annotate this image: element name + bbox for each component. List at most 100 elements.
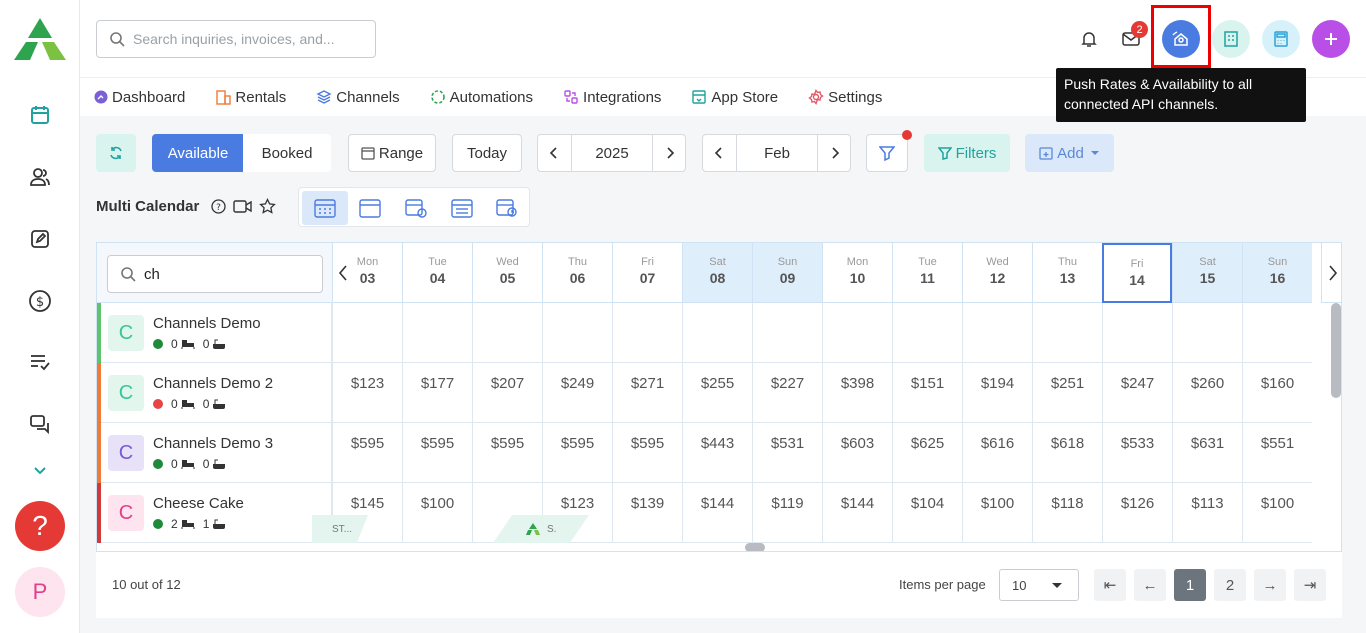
price-cell[interactable] bbox=[1102, 303, 1172, 363]
messages-icon[interactable] bbox=[26, 410, 54, 438]
today-button[interactable]: Today bbox=[452, 134, 522, 172]
guests-icon[interactable] bbox=[26, 163, 54, 191]
price-cell[interactable]: $100 bbox=[1242, 483, 1312, 543]
bell-icon[interactable] bbox=[1080, 30, 1098, 53]
price-cell[interactable]: $100 bbox=[962, 483, 1032, 543]
price-cell[interactable]: $113 bbox=[1172, 483, 1242, 543]
booked-tab[interactable]: Booked bbox=[243, 134, 331, 172]
price-cell[interactable]: $160 bbox=[1242, 363, 1312, 423]
page-1-button[interactable]: 1 bbox=[1174, 569, 1206, 601]
range-button[interactable]: Range bbox=[348, 134, 436, 172]
price-cell[interactable] bbox=[542, 303, 612, 363]
price-cell[interactable] bbox=[892, 303, 962, 363]
price-cell[interactable]: $595 bbox=[332, 423, 402, 483]
view-multi-calendar[interactable] bbox=[302, 191, 348, 225]
add-new-button[interactable] bbox=[1312, 20, 1350, 58]
price-cell[interactable]: $616 bbox=[962, 423, 1032, 483]
rental-row-header[interactable]: C Channels Demo 300 bbox=[97, 423, 332, 483]
nav-rentals[interactable]: Rentals bbox=[215, 89, 286, 106]
rental-row-header[interactable]: C Channels Demo 0 0 bbox=[97, 303, 332, 363]
price-cell[interactable]: $151 bbox=[892, 363, 962, 423]
first-page-button[interactable]: ⇤ bbox=[1094, 569, 1126, 601]
tasks-icon[interactable] bbox=[26, 348, 54, 376]
price-cell[interactable] bbox=[472, 303, 542, 363]
price-cell[interactable]: $123 bbox=[332, 363, 402, 423]
price-cell[interactable]: $126 bbox=[1102, 483, 1172, 543]
items-per-page-select[interactable]: 10 bbox=[999, 569, 1079, 601]
price-cell[interactable]: $595 bbox=[542, 423, 612, 483]
price-cell[interactable]: $271 bbox=[612, 363, 682, 423]
price-cell[interactable] bbox=[962, 303, 1032, 363]
price-cell[interactable]: $551 bbox=[1242, 423, 1312, 483]
price-cell[interactable]: $443 bbox=[682, 423, 752, 483]
global-search-input[interactable]: Search inquiries, invoices, and... bbox=[96, 20, 376, 58]
edit-icon[interactable] bbox=[26, 225, 54, 253]
price-cell[interactable]: $631 bbox=[1172, 423, 1242, 483]
price-cell[interactable]: $249 bbox=[542, 363, 612, 423]
price-cell[interactable]: $531 bbox=[752, 423, 822, 483]
price-cell[interactable]: $118 bbox=[1032, 483, 1102, 543]
calculator-button[interactable] bbox=[1262, 20, 1300, 58]
user-avatar[interactable]: P bbox=[15, 567, 65, 617]
rental-search-input[interactable]: ch bbox=[107, 255, 323, 293]
price-cell[interactable] bbox=[1032, 303, 1102, 363]
push-rates-button[interactable] bbox=[1162, 20, 1200, 58]
filters-button[interactable]: Filters bbox=[924, 134, 1010, 172]
nav-settings[interactable]: Settings bbox=[808, 89, 882, 106]
price-cell[interactable]: $194 bbox=[962, 363, 1032, 423]
available-tab[interactable]: Available bbox=[152, 134, 244, 172]
price-cell[interactable]: $227 bbox=[752, 363, 822, 423]
price-cell[interactable]: $144 bbox=[822, 483, 892, 543]
price-cell[interactable]: $260 bbox=[1172, 363, 1242, 423]
rental-row-header[interactable]: C Cheese Cake 2 1 bbox=[97, 483, 332, 543]
price-cell[interactable] bbox=[1172, 303, 1242, 363]
price-cell[interactable]: $595 bbox=[472, 423, 542, 483]
view-calendar-clock[interactable] bbox=[484, 191, 530, 225]
next-page-button[interactable]: → bbox=[1254, 569, 1286, 601]
price-cell[interactable]: $119 bbox=[752, 483, 822, 543]
price-cell[interactable]: $144 bbox=[682, 483, 752, 543]
star-icon[interactable] bbox=[259, 197, 276, 220]
next-dates-button[interactable] bbox=[1321, 243, 1341, 303]
price-cell[interactable]: $595 bbox=[612, 423, 682, 483]
price-cell[interactable] bbox=[332, 303, 402, 363]
price-cell[interactable]: $104 bbox=[892, 483, 962, 543]
price-cell[interactable]: $251 bbox=[1032, 363, 1102, 423]
price-cell[interactable]: $603 bbox=[822, 423, 892, 483]
price-cell[interactable] bbox=[1242, 303, 1312, 363]
month-prev-button[interactable] bbox=[702, 134, 737, 172]
vertical-scrollbar[interactable] bbox=[1331, 303, 1341, 398]
refresh-button[interactable] bbox=[96, 134, 136, 172]
nav-dashboard[interactable]: Dashboard bbox=[94, 89, 185, 106]
price-cell[interactable] bbox=[822, 303, 892, 363]
price-cell[interactable]: $533 bbox=[1102, 423, 1172, 483]
nav-app-store[interactable]: App Store bbox=[691, 89, 778, 106]
price-cell[interactable]: $398 bbox=[822, 363, 892, 423]
nav-integrations[interactable]: Integrations bbox=[563, 89, 661, 106]
payments-icon[interactable]: $ bbox=[26, 287, 54, 315]
add-dropdown-button[interactable]: Add bbox=[1025, 134, 1114, 172]
price-cell[interactable]: $207 bbox=[472, 363, 542, 423]
prev-dates-button[interactable] bbox=[333, 261, 353, 285]
price-cell[interactable] bbox=[752, 303, 822, 363]
price-cell[interactable]: $139 bbox=[612, 483, 682, 543]
page-2-button[interactable]: 2 bbox=[1214, 569, 1246, 601]
year-next-button[interactable] bbox=[652, 134, 686, 172]
reports-button[interactable] bbox=[1212, 20, 1250, 58]
video-icon[interactable] bbox=[233, 199, 252, 219]
price-cell[interactable]: $618 bbox=[1032, 423, 1102, 483]
help-circle-icon[interactable]: ? bbox=[211, 199, 226, 219]
price-cell[interactable]: $255 bbox=[682, 363, 752, 423]
chevron-down-icon[interactable] bbox=[26, 456, 54, 484]
price-cell[interactable]: $595 bbox=[402, 423, 472, 483]
calendar-icon[interactable] bbox=[26, 101, 54, 129]
filter-clear-button[interactable] bbox=[866, 134, 908, 172]
price-cell[interactable]: $177 bbox=[402, 363, 472, 423]
view-month[interactable] bbox=[347, 191, 393, 225]
price-cell[interactable]: $625 bbox=[892, 423, 962, 483]
price-cell[interactable] bbox=[612, 303, 682, 363]
prev-page-button[interactable]: ← bbox=[1134, 569, 1166, 601]
logo[interactable] bbox=[12, 16, 68, 64]
nav-channels[interactable]: Channels bbox=[316, 89, 400, 106]
horizontal-scrollbar[interactable] bbox=[745, 543, 765, 551]
